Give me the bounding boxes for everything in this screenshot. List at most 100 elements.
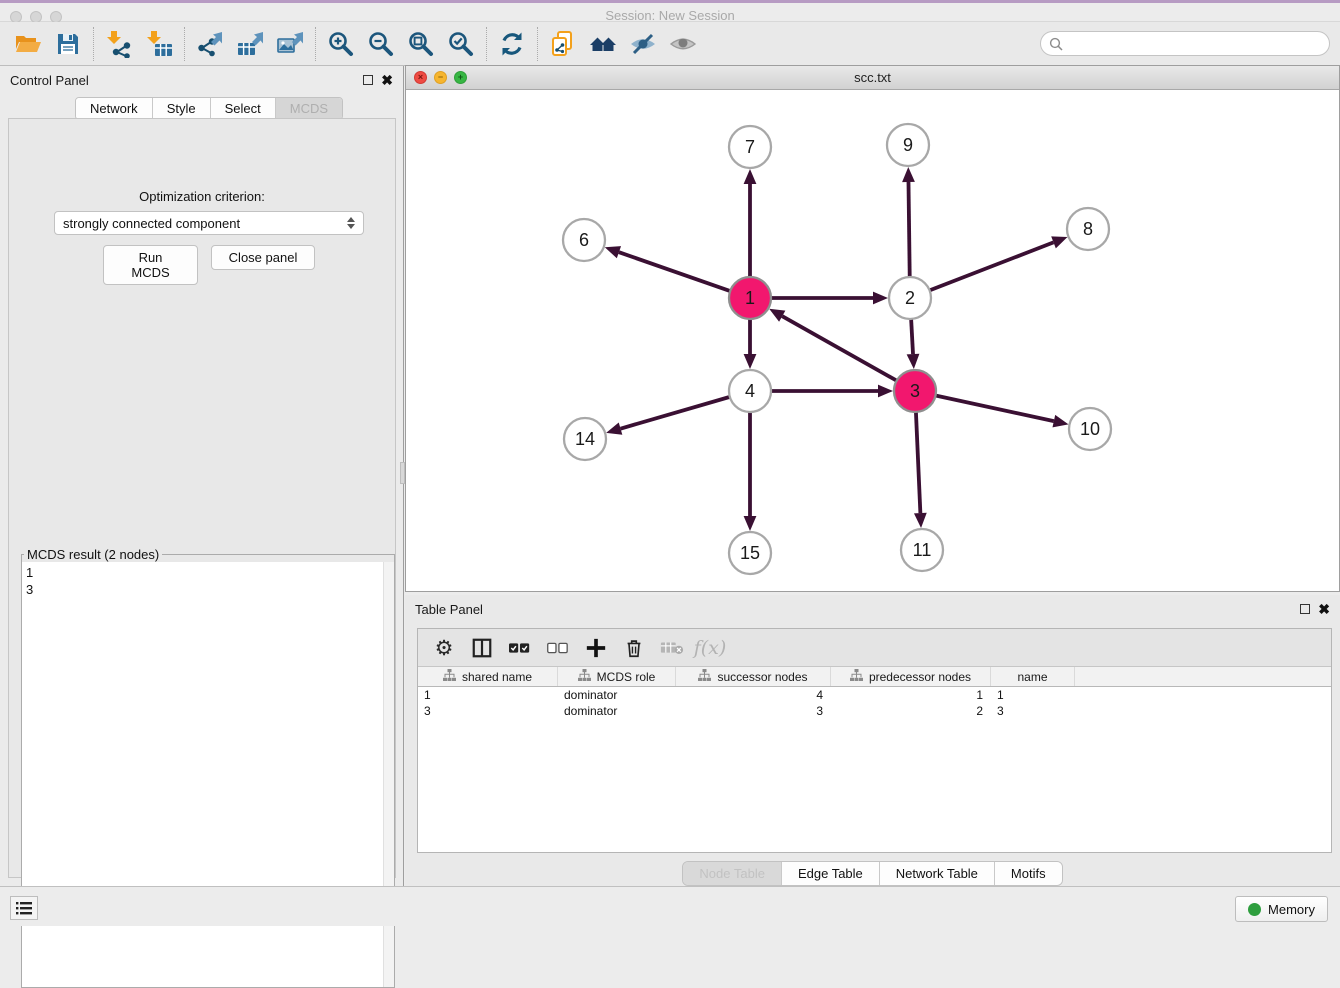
- close-panel-button[interactable]: Close panel: [211, 245, 315, 270]
- graph-edge[interactable]: [621, 397, 730, 429]
- table-row[interactable]: 3dominator323: [418, 703, 1331, 719]
- table-panel-title: Table Panel: [415, 602, 1300, 617]
- main-toolbar: [0, 22, 1340, 66]
- graph-node-label: 14: [575, 429, 595, 449]
- criterion-value: strongly connected component: [63, 216, 240, 231]
- graph-edge-arrow: [1051, 236, 1067, 248]
- tab-mcds[interactable]: MCDS: [276, 98, 342, 119]
- graph-edge[interactable]: [782, 316, 896, 381]
- table-cell[interactable]: 3: [676, 703, 831, 719]
- window-title: Session: New Session: [0, 8, 1340, 23]
- table-cell[interactable]: 2: [831, 703, 991, 719]
- graph-node-label: 9: [903, 135, 913, 155]
- hide-selected-icon[interactable]: [623, 26, 663, 62]
- run-mcds-button[interactable]: Run MCDS: [103, 245, 198, 285]
- optimization-criterion-label: Optimization criterion:: [9, 189, 395, 204]
- zoom-out-icon[interactable]: [361, 26, 401, 62]
- mcds-result-text: 1 3: [26, 564, 33, 598]
- graph-edge-arrow: [605, 246, 621, 258]
- column-tree-icon: [698, 669, 711, 684]
- export-network-icon[interactable]: [190, 26, 230, 62]
- network-canvas[interactable]: 7968124314101511: [406, 90, 1339, 591]
- graph-edge[interactable]: [930, 242, 1054, 290]
- export-table-icon[interactable]: [230, 26, 270, 62]
- network-view-window: × − + scc.txt 7968124314101511: [405, 65, 1340, 592]
- table-cell[interactable]: 4: [676, 687, 831, 703]
- table-cell[interactable]: 3: [418, 703, 558, 719]
- table-settings-icon[interactable]: ⚙: [432, 636, 456, 660]
- graph-node-label: 7: [745, 137, 755, 157]
- table-row[interactable]: 1dominator411: [418, 687, 1331, 703]
- open-session-icon[interactable]: [8, 26, 48, 62]
- status-bar: Memory: [0, 886, 1340, 926]
- close-panel-icon[interactable]: ✖: [381, 75, 393, 85]
- table-cell[interactable]: 1: [418, 687, 558, 703]
- export-image-icon[interactable]: [270, 26, 310, 62]
- tab-select[interactable]: Select: [211, 98, 276, 119]
- table-cell[interactable]: 1: [991, 687, 1075, 703]
- node-table-container: ⚙ f(x) shared nameMCDS rolesuccessor nod…: [417, 628, 1332, 853]
- zoom-in-icon[interactable]: [321, 26, 361, 62]
- table-header-row[interactable]: shared name MCDS role successor nodesprede…: [418, 667, 1331, 687]
- table-cell[interactable]: 1: [831, 687, 991, 703]
- column-header-successor-nodes[interactable]: successor nodes: [676, 667, 831, 686]
- network-view-title: scc.txt: [406, 70, 1339, 85]
- memory-status-icon: [1248, 903, 1261, 916]
- control-panel-tabs: NetworkStyleSelectMCDS: [75, 97, 343, 120]
- delete-columns-icon[interactable]: [622, 636, 646, 660]
- zoom-fit-icon[interactable]: [401, 26, 441, 62]
- criterion-select[interactable]: strongly connected component: [54, 211, 364, 235]
- network-window-titlebar[interactable]: × − + scc.txt: [406, 66, 1339, 90]
- search-input[interactable]: [1068, 34, 1329, 54]
- column-header-label: MCDS role: [597, 670, 656, 684]
- select-all-columns-icon[interactable]: [508, 636, 532, 660]
- toolbar-separator: [486, 27, 487, 61]
- memory-button[interactable]: Memory: [1235, 896, 1328, 922]
- column-header-shared-name[interactable]: shared name: [418, 667, 558, 686]
- control-panel-title: Control Panel: [10, 73, 363, 88]
- tab-edge-table[interactable]: Edge Table: [782, 862, 880, 885]
- network-graph[interactable]: 7968124314101511: [406, 90, 1339, 591]
- show-console-button[interactable]: [10, 896, 38, 920]
- close-table-panel-icon[interactable]: ✖: [1318, 604, 1330, 614]
- deselect-all-columns-icon[interactable]: [546, 636, 570, 660]
- toggle-panels-icon[interactable]: [470, 636, 494, 660]
- table-cell[interactable]: dominator: [558, 703, 676, 719]
- new-network-from-selection-icon[interactable]: [543, 26, 583, 62]
- graph-edge[interactable]: [916, 412, 920, 513]
- apply-layout-icon[interactable]: [492, 26, 532, 62]
- memory-label: Memory: [1268, 902, 1315, 917]
- graph-node-label: 3: [910, 381, 920, 401]
- table-cell[interactable]: 3: [991, 703, 1075, 719]
- graph-edge-arrow: [744, 169, 757, 184]
- column-header-predecessor-nodes[interactable]: predecessor nodes: [831, 667, 991, 686]
- tab-style[interactable]: Style: [153, 98, 211, 119]
- tab-motifs[interactable]: Motifs: [995, 862, 1062, 885]
- graph-edge[interactable]: [619, 252, 730, 291]
- graph-node-label: 4: [745, 381, 755, 401]
- first-neighbors-icon[interactable]: [583, 26, 623, 62]
- tab-network-table[interactable]: Network Table: [880, 862, 995, 885]
- tab-network[interactable]: Network: [76, 98, 153, 119]
- select-stepper-icon: [347, 217, 355, 229]
- graph-edge[interactable]: [908, 182, 909, 277]
- tab-node-table[interactable]: Node Table: [683, 862, 782, 885]
- graph-edge-arrow: [744, 516, 757, 531]
- column-tree-icon: [578, 669, 591, 684]
- graph-edge[interactable]: [936, 395, 1054, 421]
- show-all-icon[interactable]: [663, 26, 703, 62]
- import-network-icon[interactable]: [99, 26, 139, 62]
- float-panel-icon[interactable]: [363, 75, 373, 85]
- control-panel: Control Panel ✖ NetworkStyleSelectMCDS O…: [0, 66, 404, 886]
- column-header-MCDS-role[interactable]: MCDS role: [558, 667, 676, 686]
- table-cell[interactable]: dominator: [558, 687, 676, 703]
- save-session-icon[interactable]: [48, 26, 88, 62]
- column-header-label: name: [1017, 670, 1047, 684]
- graph-edge[interactable]: [911, 319, 913, 354]
- float-table-panel-icon[interactable]: [1300, 604, 1310, 614]
- create-column-icon[interactable]: [584, 636, 608, 660]
- column-header-name[interactable]: name: [991, 667, 1075, 686]
- search-field[interactable]: [1040, 31, 1330, 56]
- import-table-icon[interactable]: [139, 26, 179, 62]
- zoom-selected-icon[interactable]: [441, 26, 481, 62]
